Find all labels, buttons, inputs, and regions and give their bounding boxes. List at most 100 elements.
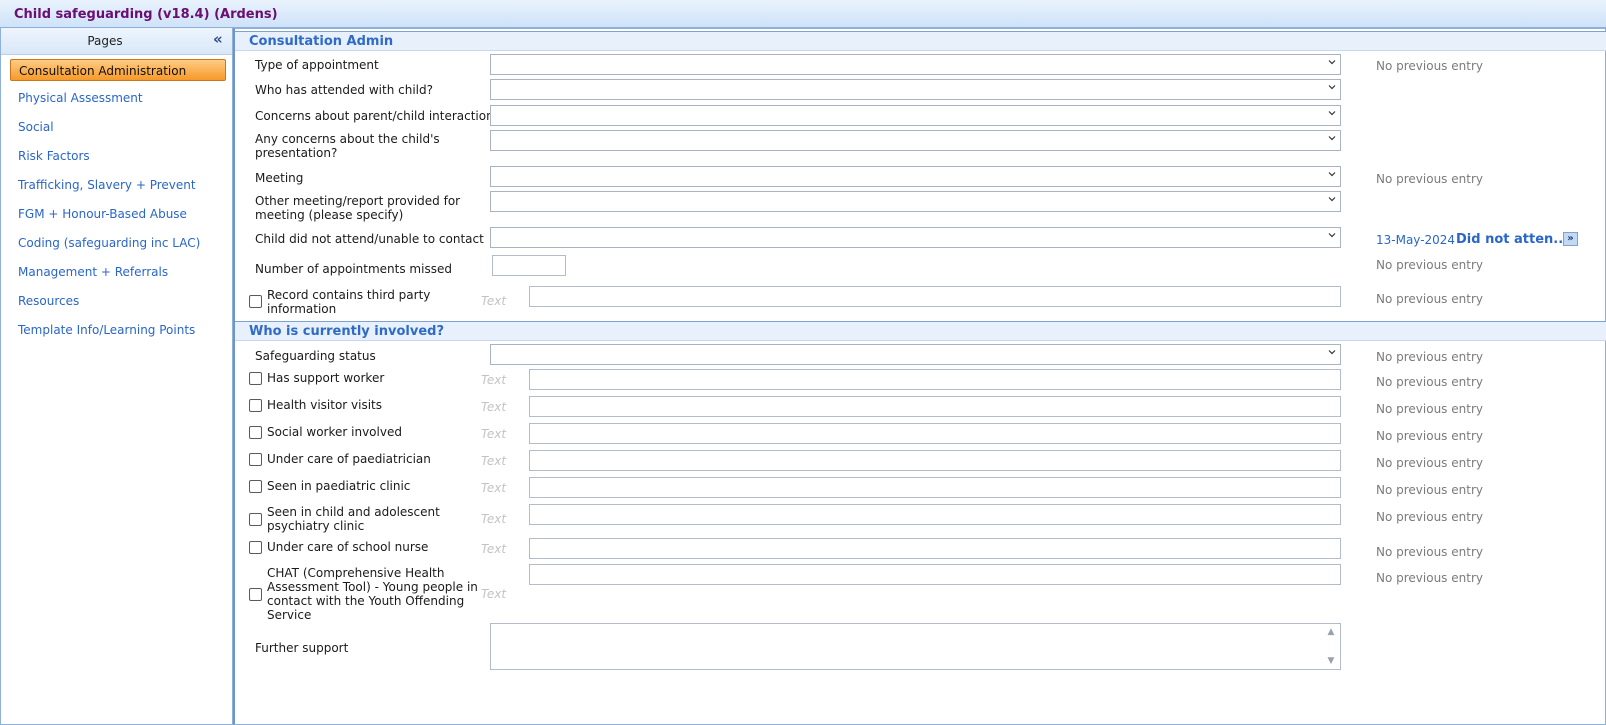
chevron-down-icon bbox=[1328, 233, 1336, 238]
previous-entry: No previous entry bbox=[1376, 483, 1483, 497]
scroll-down-icon[interactable]: ▼ bbox=[1326, 656, 1336, 666]
nav-resources[interactable]: Resources bbox=[10, 290, 226, 312]
third-party-text-input[interactable] bbox=[529, 286, 1341, 307]
text-placeholder: Text bbox=[481, 427, 507, 441]
previous-entry: No previous entry bbox=[1376, 258, 1483, 272]
previous-entry: No previous entry bbox=[1376, 350, 1483, 364]
section-consultation-admin: Consultation Admin bbox=[235, 31, 1606, 51]
social-worker-text-input[interactable] bbox=[529, 423, 1341, 444]
previous-entry: No previous entry bbox=[1376, 571, 1483, 585]
chevron-down-icon bbox=[1328, 60, 1336, 65]
label-line: meeting (please specify) bbox=[255, 208, 404, 222]
label-line: CHAT (Comprehensive Health bbox=[267, 566, 445, 580]
text-placeholder: Text bbox=[481, 294, 507, 308]
previous-entry: No previous entry bbox=[1376, 292, 1483, 306]
paediatric-clinic-text-input[interactable] bbox=[529, 477, 1341, 498]
meeting-label: Meeting bbox=[255, 171, 304, 185]
nav-risk-factors[interactable]: Risk Factors bbox=[10, 145, 226, 167]
further-support-textarea[interactable]: ▲ ▼ bbox=[490, 623, 1341, 670]
paediatric-clinic-label: Seen in paediatric clinic bbox=[267, 479, 411, 493]
chat-label: CHAT (Comprehensive Health Assessment To… bbox=[267, 566, 478, 622]
window-title: Child safeguarding (v18.4) (Ardens) bbox=[14, 7, 278, 22]
attended-with-label: Who has attended with child? bbox=[255, 83, 433, 97]
camhs-checkbox[interactable] bbox=[249, 513, 262, 526]
window-titlebar: Child safeguarding (v18.4) (Ardens) bbox=[0, 0, 1606, 28]
nav-coding[interactable]: Coding (safeguarding inc LAC) bbox=[10, 232, 226, 254]
camhs-text-input[interactable] bbox=[529, 504, 1341, 525]
chat-text-input[interactable] bbox=[529, 564, 1341, 585]
scroll-up-icon[interactable]: ▲ bbox=[1326, 627, 1336, 637]
nav-management-referrals[interactable]: Management + Referrals bbox=[10, 261, 226, 283]
school-nurse-text-input[interactable] bbox=[529, 538, 1341, 559]
paediatrician-text-input[interactable] bbox=[529, 450, 1341, 471]
did-not-attend-select[interactable] bbox=[490, 227, 1341, 248]
nav-template-info[interactable]: Template Info/Learning Points bbox=[10, 319, 226, 341]
pages-sidebar: Pages « Consultation Administration Phys… bbox=[0, 28, 233, 725]
appointments-missed-label: Number of appointments missed bbox=[255, 262, 452, 276]
label-line: Service bbox=[267, 608, 312, 622]
other-meeting-label: Other meeting/report provided for meetin… bbox=[255, 194, 460, 222]
chevron-down-icon bbox=[1328, 172, 1336, 177]
text-placeholder: Text bbox=[481, 373, 507, 387]
further-support-label: Further support bbox=[255, 641, 349, 655]
concerns-presentation-select[interactable] bbox=[490, 130, 1341, 151]
section-title: Consultation Admin bbox=[249, 34, 394, 49]
chevron-down-icon bbox=[1328, 197, 1336, 202]
label-line: Any concerns about the child's bbox=[255, 132, 440, 146]
nav-trafficking-slavery-prevent[interactable]: Trafficking, Slavery + Prevent bbox=[10, 174, 226, 196]
appointments-missed-input[interactable] bbox=[492, 255, 566, 276]
health-visitor-checkbox[interactable] bbox=[249, 399, 262, 412]
chevron-down-icon bbox=[1328, 136, 1336, 141]
support-worker-text-input[interactable] bbox=[529, 369, 1341, 390]
third-party-checkbox[interactable] bbox=[249, 295, 262, 308]
paediatric-clinic-checkbox[interactable] bbox=[249, 480, 262, 493]
label-line: information bbox=[267, 302, 337, 316]
previous-entry: No previous entry bbox=[1376, 456, 1483, 470]
sidebar-title: Pages bbox=[87, 34, 123, 48]
previous-entry: No previous entry bbox=[1376, 510, 1483, 524]
label-line: psychiatry clinic bbox=[267, 519, 365, 533]
concerns-presentation-label: Any concerns about the child's presentat… bbox=[255, 132, 440, 160]
label-line: Seen in child and adolescent bbox=[267, 505, 440, 519]
school-nurse-checkbox[interactable] bbox=[249, 541, 262, 554]
previous-entry: No previous entry bbox=[1376, 429, 1483, 443]
expand-icon[interactable]: » bbox=[1563, 232, 1578, 246]
nav-fgm-honour-based-abuse[interactable]: FGM + Honour-Based Abuse bbox=[10, 203, 226, 225]
type-of-appointment-select[interactable] bbox=[490, 54, 1341, 75]
nav-consultation-administration[interactable]: Consultation Administration bbox=[10, 59, 226, 81]
school-nurse-label: Under care of school nurse bbox=[267, 540, 429, 554]
previous-value-link[interactable]: Did not atten... bbox=[1456, 232, 1568, 247]
text-placeholder: Text bbox=[481, 454, 507, 468]
other-meeting-select[interactable] bbox=[490, 191, 1341, 212]
label-line: Record contains third party bbox=[267, 288, 431, 302]
concerns-interaction-select[interactable] bbox=[490, 105, 1341, 126]
form-panel: Consultation Admin Type of appointment N… bbox=[233, 28, 1606, 725]
label-line: Assessment Tool) - Young people in bbox=[267, 580, 478, 594]
previous-entry: No previous entry bbox=[1376, 545, 1483, 559]
concerns-interaction-label: Concerns about parent/child interaction bbox=[255, 109, 494, 123]
social-worker-label: Social worker involved bbox=[267, 425, 402, 439]
label-line: contact with the Youth Offending bbox=[267, 594, 465, 608]
support-worker-checkbox[interactable] bbox=[249, 372, 262, 385]
safeguarding-status-select[interactable] bbox=[490, 344, 1341, 365]
third-party-label: Record contains third party information bbox=[267, 288, 430, 316]
text-placeholder: Text bbox=[481, 587, 507, 601]
paediatrician-label: Under care of paediatrician bbox=[267, 452, 431, 466]
nav-social[interactable]: Social bbox=[10, 116, 226, 138]
previous-entry: No previous entry bbox=[1376, 172, 1483, 186]
paediatrician-checkbox[interactable] bbox=[249, 453, 262, 466]
meeting-select[interactable] bbox=[490, 166, 1341, 187]
camhs-label: Seen in child and adolescent psychiatry … bbox=[267, 505, 440, 533]
attended-with-select[interactable] bbox=[490, 79, 1341, 100]
label-line: Other meeting/report provided for bbox=[255, 194, 461, 208]
chat-checkbox[interactable] bbox=[249, 588, 262, 601]
previous-entry: No previous entry bbox=[1376, 59, 1483, 73]
nav-physical-assessment[interactable]: Physical Assessment bbox=[10, 87, 226, 109]
double-chevron-left-icon[interactable]: « bbox=[213, 30, 223, 48]
previous-entry: No previous entry bbox=[1376, 402, 1483, 416]
health-visitor-text-input[interactable] bbox=[529, 396, 1341, 417]
text-placeholder: Text bbox=[481, 542, 507, 556]
did-not-attend-label: Child did not attend/unable to contact bbox=[255, 232, 484, 246]
label-line: presentation? bbox=[255, 146, 338, 160]
social-worker-checkbox[interactable] bbox=[249, 426, 262, 439]
